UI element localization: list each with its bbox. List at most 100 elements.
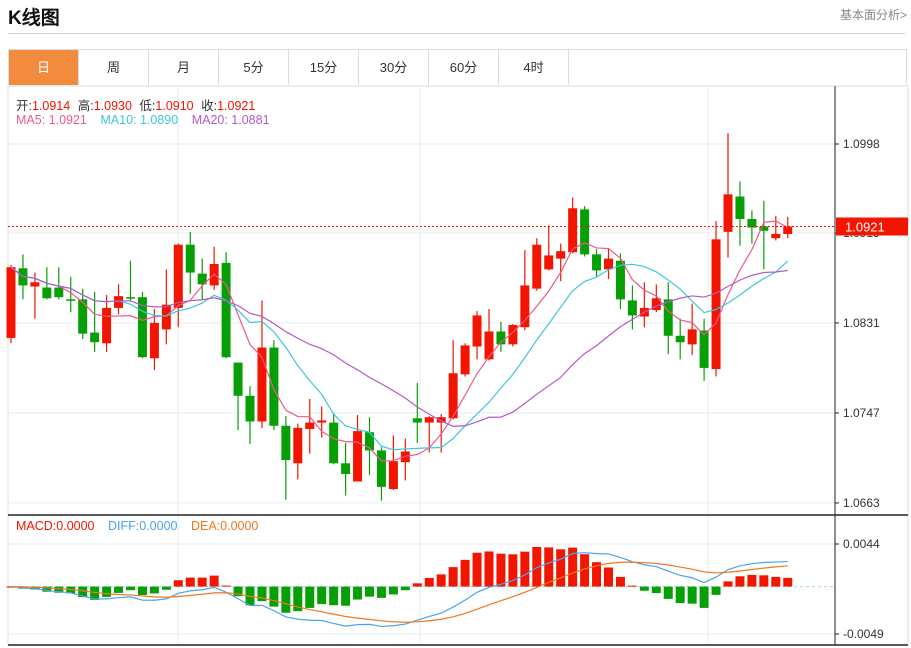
- macd-bar: [771, 576, 781, 587]
- open-value: 1.0914: [31, 99, 71, 113]
- candle-body: [472, 315, 482, 347]
- candle-body: [388, 461, 398, 489]
- macd-bar: [747, 574, 757, 587]
- candle-body: [544, 255, 554, 270]
- candle-body: [281, 425, 291, 461]
- macd-bar: [173, 580, 183, 587]
- candle-body: [556, 251, 566, 259]
- candle-body: [30, 282, 40, 287]
- candle: [341, 442, 351, 496]
- macd-bar: [161, 586, 171, 590]
- candle: [293, 423, 303, 480]
- macd-tick-label: 0.0044: [843, 537, 880, 551]
- candle: [197, 258, 207, 300]
- candle-body: [245, 395, 255, 422]
- macd-tick-label: -0.0049: [843, 627, 884, 641]
- candle: [269, 340, 279, 431]
- candle-body: [376, 450, 386, 487]
- chart-frame: [7, 85, 909, 646]
- candle: [472, 311, 482, 360]
- candle-body: [532, 244, 542, 289]
- macd-bar: [269, 586, 279, 607]
- candle: [592, 248, 602, 277]
- ohlc-legend: 开:1.0914 高:1.0930 低:1.0910 收:1.0921: [16, 95, 259, 114]
- macd-bar: [675, 586, 685, 604]
- macd-bar: [520, 551, 530, 587]
- candle-body: [627, 300, 637, 316]
- macd-bar: [353, 586, 363, 600]
- macd-bar: [460, 559, 470, 587]
- open-label: 开:: [16, 99, 32, 113]
- macd-legend: MACD:0.0000 DIFF:0.0000 DEA:0.0000: [16, 519, 262, 533]
- macd-bar: [472, 552, 482, 587]
- candle-body: [460, 345, 470, 375]
- macd-bar: [556, 549, 566, 587]
- candle: [747, 210, 757, 244]
- macd-value: MACD:0.0000: [16, 519, 95, 533]
- candle-body: [484, 331, 494, 360]
- candle-body: [783, 226, 793, 234]
- macd-bar: [687, 586, 697, 604]
- candle-body: [592, 254, 602, 271]
- candle: [173, 243, 183, 328]
- macd-bar: [783, 577, 793, 587]
- candle: [615, 253, 625, 309]
- candle: [305, 398, 315, 454]
- last-price-label: 1.0921: [845, 219, 885, 234]
- macd-bar: [341, 586, 351, 606]
- candle-body: [604, 258, 613, 270]
- candle-body: [221, 262, 231, 358]
- macd-bar: [329, 586, 339, 606]
- candle-body: [173, 244, 183, 308]
- ma-legend: MA5: 1.0921 MA10: 1.0890 MA20: 1.0881: [16, 113, 274, 127]
- candle: [556, 243, 566, 282]
- candle-body: [329, 422, 339, 464]
- macd-bar: [699, 586, 709, 608]
- candle-body: [66, 299, 76, 301]
- ma10-value: MA10: 1.0890: [100, 113, 179, 127]
- candle-body: [78, 299, 88, 334]
- candle-body: [341, 463, 351, 474]
- candle: [520, 250, 530, 331]
- price-tick-label: 1.0998: [843, 137, 880, 151]
- candle: [723, 133, 733, 258]
- candle-body: [675, 335, 685, 343]
- close-value: 1.0921: [217, 99, 256, 113]
- candle: [281, 416, 291, 500]
- macd-bar: [735, 576, 745, 587]
- macd-bar: [711, 586, 721, 595]
- candle: [759, 200, 769, 270]
- macd-bar: [412, 583, 422, 587]
- ma20-value: MA20: 1.0881: [191, 113, 270, 127]
- high-label: 高:: [77, 99, 94, 113]
- candle-body: [353, 431, 363, 482]
- macd-bar: [400, 586, 410, 591]
- candle: [353, 415, 363, 482]
- close-label: 收:: [201, 99, 218, 113]
- candle: [54, 267, 64, 300]
- macd-bar: [388, 586, 398, 595]
- macd-bar: [114, 586, 124, 593]
- low-value: 1.0910: [155, 99, 194, 113]
- high-value: 1.0930: [93, 99, 132, 113]
- candle: [639, 282, 649, 328]
- candle-body: [317, 420, 327, 423]
- candle: [460, 343, 470, 377]
- candle: [687, 303, 697, 356]
- macd-bar: [448, 567, 458, 587]
- macd-bar: [436, 574, 446, 587]
- macd-bar: [484, 551, 494, 587]
- macd-bar: [365, 586, 374, 597]
- candle: [663, 282, 673, 354]
- candle-body: [711, 239, 721, 369]
- candle: [711, 221, 721, 377]
- candle-body: [149, 322, 159, 359]
- ma10-line: [10, 260, 789, 451]
- candle-body: [305, 422, 315, 429]
- candle-body: [126, 297, 135, 299]
- macd-bar: [496, 553, 506, 587]
- candle: [376, 447, 386, 501]
- candle: [126, 260, 135, 302]
- candle-body: [568, 208, 578, 253]
- dea-value: DEA:0.0000: [190, 519, 259, 533]
